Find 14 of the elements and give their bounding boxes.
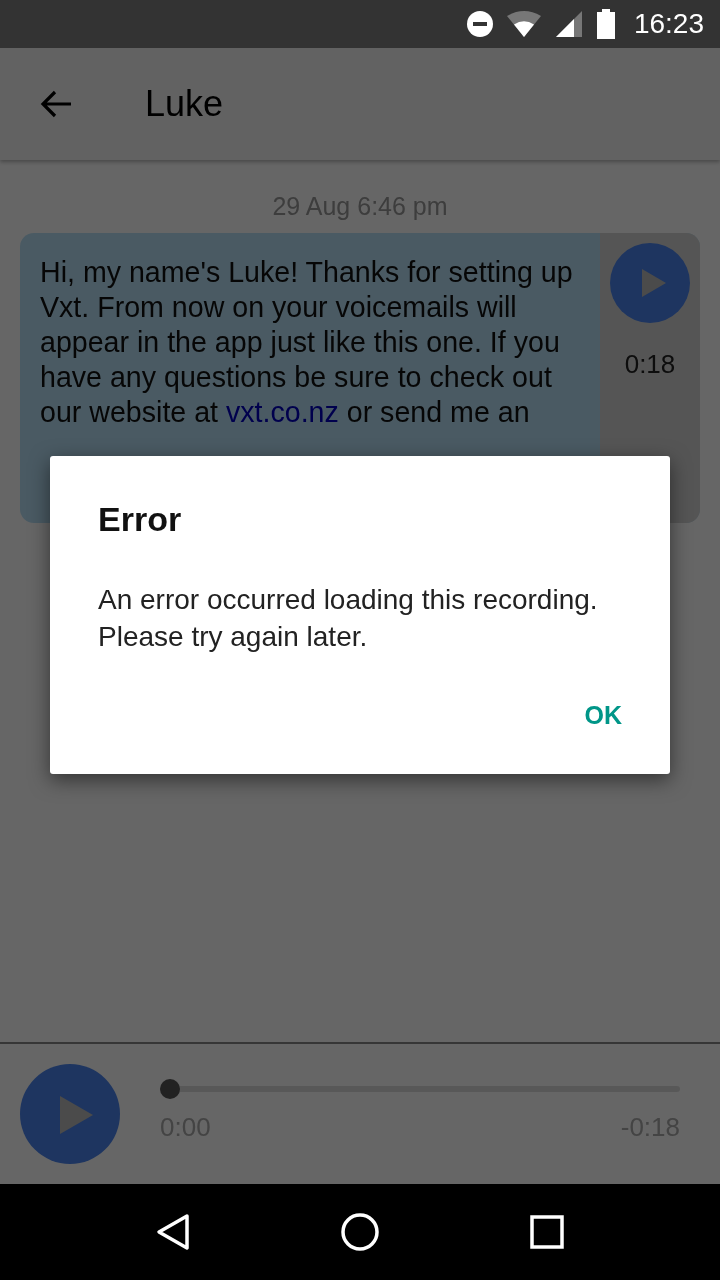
do-not-disturb-icon xyxy=(465,10,494,38)
play-button[interactable] xyxy=(20,1064,120,1164)
contact-name: Luke xyxy=(145,83,224,125)
battery-icon xyxy=(595,9,616,39)
dialog-title: Error xyxy=(98,500,183,539)
home-icon[interactable] xyxy=(340,1212,380,1252)
status-time: 16:23 xyxy=(633,8,704,40)
wifi-icon xyxy=(505,10,542,38)
message-duration: 0:18 xyxy=(624,349,676,380)
seek-thumb[interactable] xyxy=(160,1078,180,1099)
back-arrow-icon[interactable] xyxy=(39,89,73,119)
dialog-message: An error occurred loading this recording. Please try again later. xyxy=(98,583,599,654)
link[interactable]: vxt.co.nz xyxy=(225,396,339,428)
ok-button[interactable]: OK xyxy=(566,693,640,738)
